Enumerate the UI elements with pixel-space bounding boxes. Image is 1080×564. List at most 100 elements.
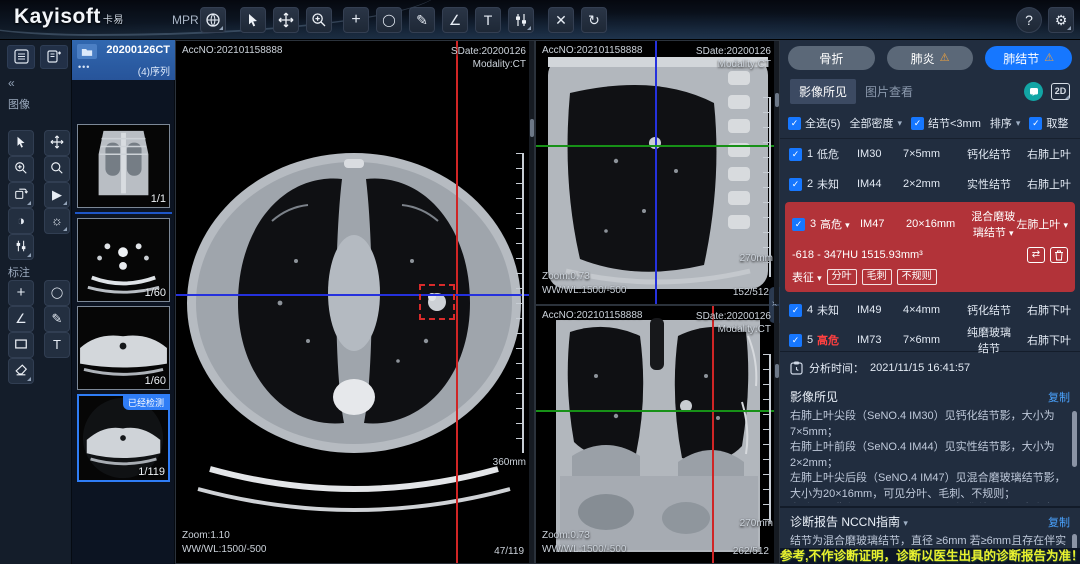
anno-angle-button[interactable]: ∠ <box>8 306 34 332</box>
mode-pneumonia-button[interactable]: 肺炎⚠ <box>887 46 974 70</box>
scroll-thumb[interactable] <box>775 93 779 107</box>
diagnosis-title-dropdown[interactable]: 诊断报告 NCCN指南 ▾ <box>790 513 908 530</box>
delete-nodule-button[interactable] <box>1050 247 1068 263</box>
cursor-tool-button[interactable] <box>240 7 266 33</box>
anno-text-button[interactable]: T <box>44 332 70 358</box>
side-window-level-button[interactable] <box>8 234 34 260</box>
checkbox-checked[interactable]: ✓ <box>789 334 802 347</box>
anno-crosshair-button[interactable]: + <box>8 280 34 306</box>
side-magnify-button[interactable] <box>44 156 70 182</box>
series-header[interactable]: 20200126CT ••• (4)序列 <box>72 40 175 80</box>
axial-slice-scrollbar[interactable] <box>529 41 534 563</box>
mode-lung-nodule-button[interactable]: 肺结节⚠ <box>985 46 1072 70</box>
mpr-layout-button[interactable] <box>200 7 226 33</box>
nodule-type-dropdown[interactable]: 混合磨玻璃结节 ▾ <box>970 208 1016 240</box>
window-level-button[interactable] <box>508 7 534 33</box>
thumbnail-scout[interactable]: 1/1 <box>77 124 170 208</box>
compare-nodule-button[interactable]: ⇄ <box>1027 247 1045 263</box>
small-nodule-filter[interactable]: ✓结节<3mm <box>911 115 981 131</box>
nodule-size: 4×4mm <box>903 304 967 316</box>
side-brightness-button[interactable]: ☼ <box>44 208 70 234</box>
nodule-risk-dropdown[interactable]: 高危 ▾ <box>820 216 860 232</box>
crosshair-axial-line[interactable] <box>536 410 779 412</box>
select-all-filter[interactable]: ✓全选(5) <box>788 115 840 131</box>
nodule-row-1[interactable]: ✓1 低危 IM30 7×5mm 钙化结节 右肺上叶 <box>780 139 1080 169</box>
checkbox-checked[interactable]: ✓ <box>789 148 802 161</box>
pan-tool-button[interactable] <box>273 7 299 33</box>
side-zoom-in-button[interactable] <box>8 156 34 182</box>
ruler-tool-button[interactable]: ✎ <box>409 7 435 33</box>
collapse-sidebar-button[interactable]: « <box>8 76 15 90</box>
text-tool-button[interactable]: T <box>475 7 501 33</box>
side-cine-play-button[interactable]: ▶ <box>44 182 70 208</box>
thumbnail-bone-axial[interactable]: 1/60 <box>77 218 170 302</box>
anno-eraser-button[interactable] <box>8 358 34 384</box>
round-filter[interactable]: ✓取整 <box>1029 115 1068 131</box>
anno-rect-button[interactable] <box>8 332 34 358</box>
feature-dropdown[interactable]: 表征 ▾ <box>792 269 822 285</box>
crosshair-sagittal-line[interactable] <box>712 306 714 563</box>
coronal-viewport[interactable]: 270mm AccNO:202101158888 SDate:20200126M… <box>535 305 780 564</box>
crosshair-coronal-line[interactable] <box>176 294 534 296</box>
2d-view-button[interactable]: 2D <box>1051 83 1070 100</box>
series-more-icon[interactable]: ••• <box>78 62 90 72</box>
feature-tag[interactable]: 不规则 <box>897 269 937 285</box>
side-pan-button[interactable] <box>44 130 70 156</box>
tab-image-view[interactable]: 图片查看 <box>856 79 922 104</box>
checkbox-checked[interactable]: ✓ <box>788 117 801 130</box>
nodule-row-4[interactable]: ✓4 未知 IM49 4×4mm 钙化结节 右肺下叶 <box>780 295 1080 325</box>
sort-dropdown[interactable]: 排序▾ <box>990 115 1021 131</box>
warning-icon: ⚠ <box>1044 53 1054 64</box>
zoom-tool-button[interactable] <box>306 7 332 33</box>
crosshair-axial-line[interactable] <box>536 145 779 147</box>
density-dropdown[interactable]: 全部密度▾ <box>849 115 902 131</box>
scroll-thumb[interactable] <box>775 364 779 378</box>
copy-diagnosis-button[interactable]: 复制 <box>1048 514 1070 530</box>
sagittal-slice-scrollbar[interactable] <box>774 41 779 304</box>
delete-annotation-button[interactable]: ✕ <box>548 7 574 33</box>
angle-tool-button[interactable]: ∠ <box>442 7 468 33</box>
mode-fracture-button[interactable]: 骨折 <box>788 46 875 70</box>
settings-button[interactable]: ⚙ <box>1048 7 1074 33</box>
checkbox-checked[interactable]: ✓ <box>789 178 802 191</box>
ellipse-tool-button[interactable]: ◯ <box>376 7 402 33</box>
checkbox-checked[interactable]: ✓ <box>792 218 805 231</box>
thumbnail-soft-axial[interactable]: 1/60 <box>77 306 170 390</box>
side-cursor-button[interactable] <box>8 130 34 156</box>
findings-section: 影像所见 复制 右肺上叶尖段（SeNO.4 IM30）见钙化结节影，大小为7×5… <box>780 383 1080 503</box>
findings-scrollbar-thumb[interactable] <box>1072 411 1077 467</box>
side-rotate-image-button[interactable] <box>8 182 34 208</box>
nodule-bounding-box[interactable] <box>419 284 455 320</box>
crosshair-sagittal-line[interactable] <box>456 41 458 563</box>
copy-findings-button[interactable]: 复制 <box>1048 389 1070 405</box>
anno-ruler-button[interactable]: ✎ <box>44 306 70 332</box>
reset-view-button[interactable]: ↻ <box>581 7 607 33</box>
nodule-location-dropdown[interactable]: 左肺上叶 ▾ <box>1016 216 1068 232</box>
sagittal-viewport[interactable]: 270mm AccNO:202101158888 SDate:20200126M… <box>535 40 780 305</box>
crosshair-tool-button[interactable]: + <box>343 7 369 33</box>
checkbox-checked[interactable]: ✓ <box>1029 117 1042 130</box>
checkbox-checked[interactable]: ✓ <box>789 304 802 317</box>
crosshair-sagittal-line[interactable] <box>655 41 657 304</box>
nodule-row-3-selected[interactable]: ✓3 高危 ▾ IM47 20×16mm 混合磨玻璃结节 ▾ 左肺上叶 ▾ -6… <box>785 202 1075 292</box>
series-list-button[interactable] <box>7 45 35 69</box>
compare-layout-button[interactable] <box>40 45 68 69</box>
nodule-row-2[interactable]: ✓2 未知 IM44 2×2mm 实性结节 右肺上叶 <box>780 169 1080 199</box>
help-button[interactable]: ? <box>1016 7 1042 33</box>
coronal-slice-scrollbar[interactable] <box>774 306 779 563</box>
checkbox-checked[interactable]: ✓ <box>911 117 924 130</box>
thumbnail-current-series[interactable]: 已经检测 1/119 <box>77 394 170 482</box>
side-invert-button[interactable]: ◑ <box>8 208 34 234</box>
tab-findings[interactable]: 影像所见 <box>790 79 856 104</box>
disclaimer-marquee: 参考,不作诊断证明，诊断以医生出具的诊断报告为准！ <box>780 548 1080 564</box>
report-bubble-button[interactable] <box>1024 82 1043 101</box>
axial-ruler <box>516 153 524 453</box>
feature-tag[interactable]: 毛刺 <box>862 269 892 285</box>
scroll-thumb[interactable] <box>530 119 534 137</box>
feature-tag[interactable]: 分叶 <box>827 269 857 285</box>
contrast-icon: ◑ <box>17 213 25 228</box>
zoom-value: Zoom:1.10 <box>182 530 230 541</box>
anno-ellipse-button[interactable]: ◯ <box>44 280 70 306</box>
axial-viewport[interactable]: 360mm AccNO:202101158888 SDate:20200126M… <box>175 40 535 564</box>
coronal-accno: AccNO:202101158888 <box>542 310 642 321</box>
